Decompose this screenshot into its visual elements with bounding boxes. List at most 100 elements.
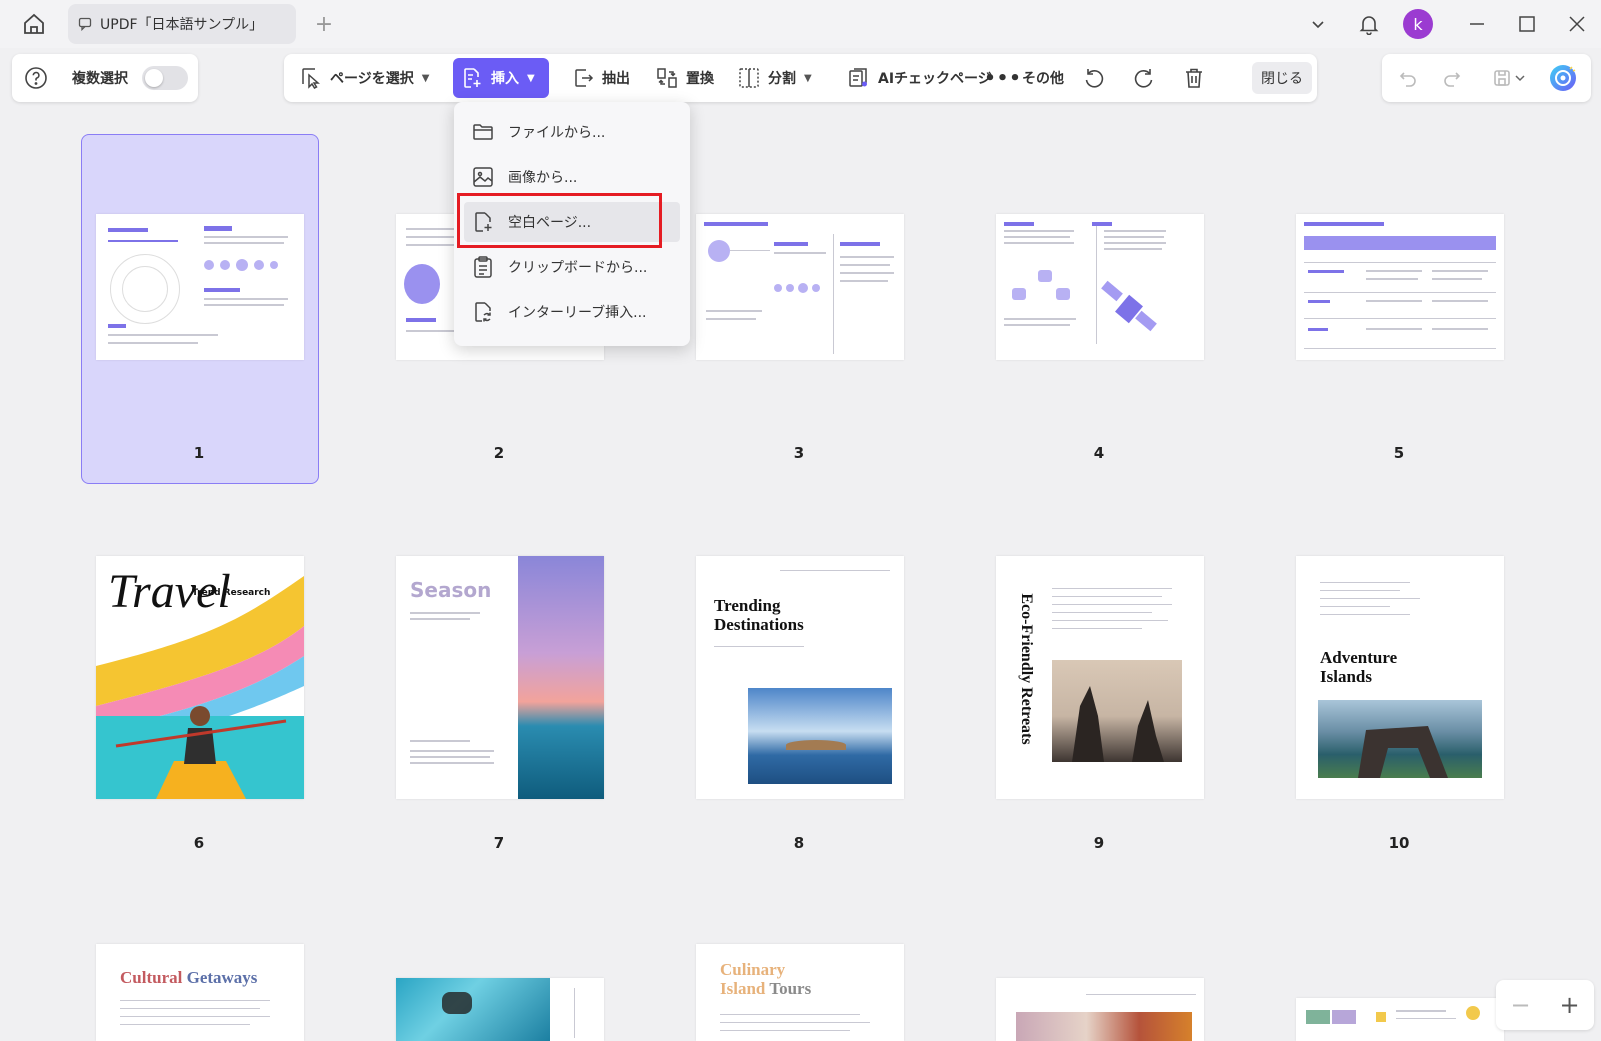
delete-button[interactable] <box>1175 58 1219 98</box>
edit-panel <box>1382 54 1591 102</box>
more-icon: ••• <box>984 67 1022 89</box>
page-thumbnail-10[interactable]: Adventure Islands <box>1296 556 1504 799</box>
page-thumbnail-3[interactable] <box>696 214 904 360</box>
image-icon <box>470 164 496 190</box>
page-thumbnail-8[interactable]: Trending Destinations <box>696 556 904 799</box>
page-thumbnail-9[interactable]: Eco-Friendly Retreats <box>996 556 1204 799</box>
document-tab[interactable]: UPDF「日本語サンプル」 <box>68 4 296 44</box>
zoom-out-icon[interactable]: − <box>1510 991 1530 1019</box>
culinary-title-line1: Culinary <box>720 960 786 979</box>
chevron-down-icon[interactable] <box>1302 8 1334 40</box>
rotate-left-icon <box>1081 65 1107 91</box>
page-number: 6 <box>193 834 205 852</box>
multi-select-label: 複数選択 <box>72 71 128 87</box>
page-thumbnail-7[interactable]: Season <box>396 556 604 799</box>
page-thumbnail-11[interactable]: Cultural Getaways <box>96 944 304 1041</box>
interleave-insert-label: インターリーブ挿入... <box>508 305 647 321</box>
eco-title: Eco-Friendly Retreats <box>1018 593 1035 745</box>
select-page-button[interactable]: ページを選択 ▼ <box>292 58 435 98</box>
chevron-down-icon[interactable] <box>1512 64 1528 92</box>
rotate-right-icon <box>1131 65 1157 91</box>
insert-from-image-item[interactable]: 画像から... <box>464 157 680 197</box>
insert-from-image-label: 画像から... <box>508 170 578 186</box>
page-number: 3 <box>793 444 805 462</box>
extract-icon <box>570 65 596 91</box>
page-thumbnail-15[interactable] <box>1296 998 1504 1041</box>
ai-check-button[interactable]: AIチェックページ <box>840 58 998 98</box>
replace-icon <box>654 65 680 91</box>
close-icon[interactable] <box>1561 8 1593 40</box>
page-thumbnail-6[interactable]: Trend Research Travel <box>96 556 304 799</box>
interleave-icon <box>470 299 496 325</box>
tab-title: UPDF「日本語サンプル」 <box>100 17 264 33</box>
page-thumbnail-1[interactable] <box>96 214 304 360</box>
help-icon[interactable] <box>24 66 48 90</box>
page-number: 7 <box>493 834 505 852</box>
extract-button[interactable]: 抽出 <box>564 58 636 98</box>
chevron-down-icon: ▼ <box>804 72 812 84</box>
undo-icon[interactable] <box>1394 64 1422 92</box>
home-icon[interactable] <box>20 10 48 38</box>
insert-from-file-item[interactable]: ファイルから... <box>464 112 680 152</box>
maximize-icon[interactable] <box>1511 8 1543 40</box>
cultural-title: Cultural Getaways <box>120 968 257 988</box>
ai-check-label: AIチェックページ <box>878 71 992 87</box>
insert-from-clipboard-item[interactable]: クリップボードから... <box>464 247 680 287</box>
culinary-title-b: Island <box>720 979 770 998</box>
highlight-box <box>457 193 662 248</box>
culinary-title-line2: Island Tours <box>720 979 811 998</box>
multi-select-panel: 複数選択 <box>12 54 198 102</box>
multi-select-toggle[interactable] <box>142 66 188 90</box>
rotate-left-button[interactable] <box>1075 58 1119 98</box>
title-bar: UPDF「日本語サンプル」 + k <box>0 0 1601 48</box>
extract-label: 抽出 <box>602 71 630 87</box>
insert-from-file-label: ファイルから... <box>508 125 606 141</box>
insert-button[interactable]: 挿入 ▼ <box>453 58 549 98</box>
cultural-title-a: Cultural <box>120 968 187 987</box>
split-label: 分割 <box>768 71 796 87</box>
adventure-title: Adventure Islands <box>1320 648 1398 686</box>
page-thumbnail-13[interactable]: Culinary Island Tours <box>696 944 904 1041</box>
culinary-title: Culinary Island Tours <box>720 960 811 998</box>
split-icon <box>736 65 762 91</box>
more-button[interactable]: ••• その他 <box>984 58 1070 98</box>
split-button[interactable]: 分割 ▼ <box>730 58 818 98</box>
toggle-knob <box>145 69 163 87</box>
page-thumbnail-14[interactable] <box>996 978 1204 1041</box>
avatar[interactable]: k <box>1403 9 1433 39</box>
select-page-label: ページを選択 <box>330 71 414 87</box>
replace-label: 置換 <box>686 71 714 87</box>
page-number: 9 <box>1093 834 1105 852</box>
trash-icon <box>1181 65 1207 91</box>
comment-icon <box>78 16 94 32</box>
replace-button[interactable]: 置換 <box>648 58 720 98</box>
page-thumbnail-5[interactable] <box>1296 214 1504 360</box>
travel-title: Travel <box>108 565 231 618</box>
bell-icon[interactable] <box>1353 8 1385 40</box>
page-toolbar: ページを選択 ▼ 挿入 ▼ 抽出 置換 分割 ▼ AIチェックページ ••• そ… <box>284 54 1317 102</box>
chevron-down-icon: ▼ <box>421 72 430 84</box>
page-number: 2 <box>493 444 505 462</box>
insert-from-clipboard-label: クリップボードから... <box>508 260 648 276</box>
ai-check-icon <box>846 65 872 91</box>
zoom-in-icon[interactable]: + <box>1559 991 1579 1019</box>
zoom-panel: − + <box>1496 980 1594 1030</box>
minimize-icon[interactable] <box>1461 8 1493 40</box>
page-thumbnail-12[interactable] <box>396 978 604 1041</box>
cursor-page-icon <box>298 65 324 91</box>
folder-icon <box>470 119 496 145</box>
chevron-down-icon: ▼ <box>527 72 535 84</box>
close-button[interactable]: 閉じる <box>1252 62 1312 94</box>
cultural-title-b: Getaways <box>186 968 258 987</box>
new-tab-button[interactable]: + <box>310 10 338 38</box>
page-number: 4 <box>1093 444 1105 462</box>
page-grid: 1 2 3 4 5 Trend Research Travel Season T… <box>0 108 1601 1041</box>
redo-icon[interactable] <box>1438 64 1466 92</box>
rotate-right-button[interactable] <box>1125 58 1169 98</box>
insert-page-icon <box>459 65 485 91</box>
page-number: 8 <box>793 834 805 852</box>
interleave-insert-item[interactable]: インターリーブ挿入... <box>464 292 680 332</box>
page-thumbnail-4[interactable] <box>996 214 1204 360</box>
ai-assistant-icon[interactable] <box>1547 62 1579 94</box>
season-title: Season <box>410 578 492 602</box>
